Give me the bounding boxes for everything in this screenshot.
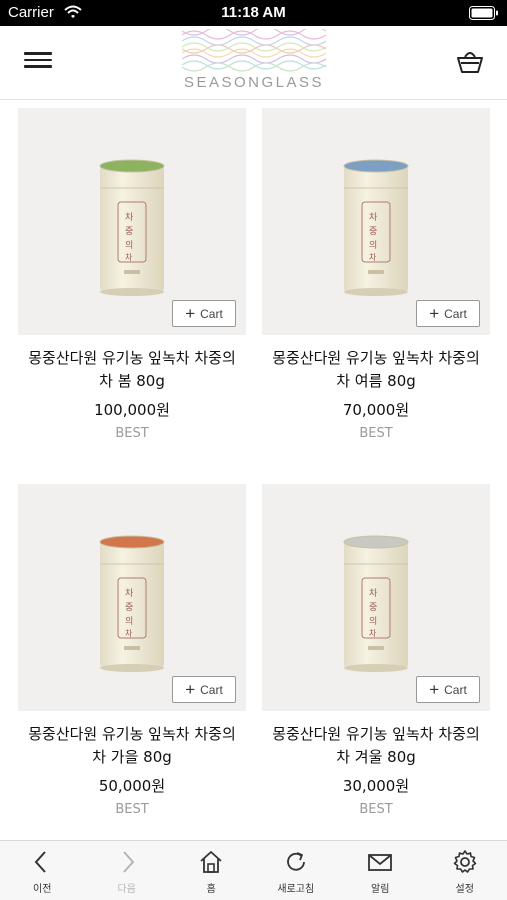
tea-canister-image: 차 중 의 차 (99, 535, 165, 672)
product-grid: 차 중 의 차 + Cart 몽중산다원 유기농 잎녹차 차중의 차 봄 80g… (0, 100, 507, 840)
menu-button[interactable] (24, 48, 52, 74)
nav-tab-chevron-left[interactable]: 이전 (0, 841, 85, 900)
menu-icon-bar (24, 52, 52, 55)
nav-tab-chevron-right[interactable]: 다음 (85, 841, 170, 900)
mail-icon (368, 854, 392, 871)
svg-text:차: 차 (369, 629, 377, 638)
add-to-cart-button[interactable]: + Cart (172, 676, 236, 703)
product-price: 70,000원 (342, 401, 410, 419)
add-to-cart-button[interactable]: + Cart (416, 676, 480, 703)
product-name[interactable]: 몽중산다원 유기농 잎녹차 차중의 차 여름 80g (262, 347, 490, 393)
status-time: 11:18 AM (221, 4, 286, 21)
gear-icon (453, 850, 476, 873)
svg-text:차: 차 (369, 211, 378, 223)
product-card[interactable]: 차 중 의 차 + Cart 몽중산다원 유기농 잎녹차 차중의 차 봄 80g… (18, 108, 246, 441)
chevron-left-icon (34, 851, 46, 873)
add-to-cart-label: Cart (444, 682, 467, 697)
svg-text:중: 중 (125, 602, 133, 613)
battery-icon (469, 6, 498, 20)
product-image[interactable]: 차 중 의 차 + Cart (18, 108, 246, 335)
logo-text: SEASONGLASS (183, 74, 325, 91)
product-badge: BEST (359, 802, 393, 817)
product-price: 30,000원 (342, 777, 410, 795)
svg-text:의: 의 (125, 240, 133, 251)
svg-text:중: 중 (369, 226, 377, 237)
svg-text:의: 의 (125, 616, 133, 627)
svg-text:차: 차 (369, 253, 377, 262)
tea-canister-image: 차 중 의 차 (343, 159, 409, 296)
nav-tab-label: 이전 (33, 884, 52, 895)
nav-tab-refresh[interactable]: 새로고침 (254, 841, 339, 900)
product-price: 100,000원 (94, 401, 170, 419)
product-name[interactable]: 몽중산다원 유기농 잎녹차 차중의 차 가을 80g (18, 723, 246, 769)
shopping-basket-icon[interactable] (455, 46, 485, 76)
app-header: SEASONGLASS (0, 26, 507, 100)
product-name[interactable]: 몽중산다원 유기농 잎녹차 차중의 차 겨울 80g (262, 723, 490, 769)
svg-text:의: 의 (369, 240, 377, 251)
product-image[interactable]: 차 중 의 차 + Cart (262, 108, 490, 335)
product-card[interactable]: 차 중 의 차 + Cart 몽중산다원 유기농 잎녹차 차중의 차 여름 80… (262, 108, 490, 441)
nav-tab-label: 홈 (206, 884, 216, 895)
logo-pattern-icon (182, 29, 326, 72)
product-badge: BEST (115, 802, 149, 817)
menu-icon-bar (24, 58, 52, 61)
tea-canister-image: 차 중 의 차 (99, 159, 165, 296)
plus-icon: + (185, 304, 196, 323)
nav-tab-label: 알림 (371, 884, 390, 895)
bottom-navigation: 이전 다음 홈 새로고침 알림 설정 (0, 840, 507, 900)
svg-text:차: 차 (125, 211, 134, 223)
product-image[interactable]: 차 중 의 차 + Cart (262, 484, 490, 711)
product-price: 50,000원 (98, 777, 166, 795)
product-badge: BEST (359, 426, 393, 441)
status-bar: Carrier 11:18 AM (0, 0, 507, 26)
svg-text:차: 차 (369, 587, 378, 599)
add-to-cart-label: Cart (200, 682, 223, 697)
refresh-icon (286, 852, 305, 871)
brand-logo[interactable]: SEASONGLASS (180, 29, 328, 93)
plus-icon: + (429, 680, 440, 699)
nav-tab-label: 설정 (455, 884, 474, 895)
tea-canister-image: 차 중 의 차 (343, 535, 409, 672)
nav-tab-label: 다음 (117, 884, 136, 895)
add-to-cart-button[interactable]: + Cart (172, 300, 236, 327)
product-name[interactable]: 몽중산다원 유기농 잎녹차 차중의 차 봄 80g (18, 347, 246, 393)
product-badge: BEST (115, 426, 149, 441)
plus-icon: + (429, 304, 440, 323)
svg-text:의: 의 (369, 616, 377, 627)
svg-text:중: 중 (125, 226, 133, 237)
svg-text:중: 중 (369, 602, 377, 613)
add-to-cart-label: Cart (444, 306, 467, 321)
product-card[interactable]: 차 중 의 차 + Cart 몽중산다원 유기농 잎녹차 차중의 차 겨울 80… (262, 484, 490, 817)
chevron-right-icon (122, 851, 134, 873)
add-to-cart-button[interactable]: + Cart (416, 300, 480, 327)
svg-text:차: 차 (125, 587, 134, 599)
nav-tab-label: 새로고침 (277, 884, 315, 895)
product-card[interactable]: 차 중 의 차 + Cart 몽중산다원 유기농 잎녹차 차중의 차 가을 80… (18, 484, 246, 817)
product-image[interactable]: 차 중 의 차 + Cart (18, 484, 246, 711)
plus-icon: + (185, 680, 196, 699)
home-icon (200, 851, 222, 873)
menu-icon-bar (24, 65, 52, 68)
svg-text:차: 차 (125, 629, 133, 638)
svg-text:차: 차 (125, 253, 133, 262)
nav-tab-mail[interactable]: 알림 (338, 841, 423, 900)
add-to-cart-label: Cart (200, 306, 223, 321)
nav-tab-home[interactable]: 홈 (169, 841, 254, 900)
nav-tab-gear[interactable]: 설정 (423, 841, 507, 900)
